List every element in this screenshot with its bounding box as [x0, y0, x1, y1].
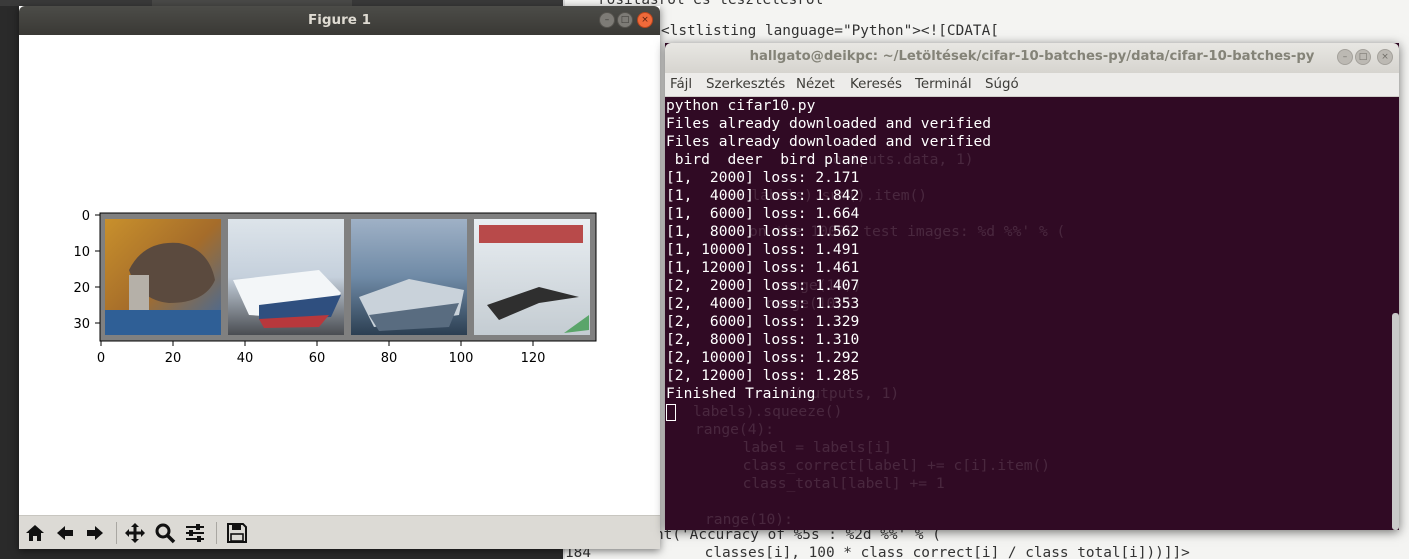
y-tick-label: 30	[73, 317, 90, 332]
terminal-line: [1, 12000] loss: 1.461	[666, 259, 860, 276]
terminal-line: Files already downloaded and verified	[666, 133, 992, 150]
pan-icon[interactable]	[121, 520, 149, 546]
x-tick-label: 120	[521, 351, 546, 366]
terminal-line: [1, 2000] loss: 2.171	[666, 169, 860, 186]
menu-help[interactable]: Súgó	[985, 77, 1019, 92]
terminal-line: Finished Training	[666, 385, 816, 402]
terminal-line: [1, 8000] loss: 1.562	[666, 223, 860, 240]
close-icon[interactable]: ×	[1377, 49, 1393, 65]
x-tick-label: 100	[449, 351, 474, 366]
x-tick-label: 0	[97, 351, 105, 366]
forward-arrow-icon[interactable]	[81, 520, 109, 546]
minimize-icon[interactable]: –	[599, 12, 615, 28]
ghost-editor-text: class_correct[label] += c[i].item()	[725, 457, 1051, 474]
terminal-line: [2, 6000] loss: 1.329	[666, 313, 860, 330]
terminal-line: [1, 4000] loss: 1.842	[666, 187, 860, 204]
terminal-menubar: Fájl Szerkesztés Nézet Keresés Terminál …	[665, 73, 1399, 97]
terminal-line: [1, 10000] loss: 1.491	[666, 241, 860, 258]
configure-subplots-icon[interactable]	[181, 520, 209, 546]
x-tick-label: 60	[309, 351, 326, 366]
back-arrow-icon[interactable]	[51, 520, 79, 546]
ghost-editor-text: range(4):	[695, 421, 775, 438]
image-cat	[105, 219, 221, 335]
terminal-line: bird deer bird plane	[666, 151, 869, 168]
menu-terminal[interactable]: Terminál	[915, 77, 972, 92]
editor-line: <lstlisting language="Python"><![CDATA[	[661, 23, 999, 39]
terminal-cursor	[666, 404, 676, 421]
ghost-editor-text: label = labels[i]	[725, 439, 892, 456]
plot-canvas[interactable]: 0 10 20 30 0 20 40 60 80 100 120	[19, 35, 660, 515]
menu-file[interactable]: Fájl	[670, 77, 692, 92]
figure-title: Figure 1	[307, 12, 372, 28]
y-tick-label: 0	[82, 209, 90, 224]
terminal-titlebar[interactable]: hallgato@deikpc: ~/Letöltések/cifar-10-b…	[665, 43, 1399, 73]
x-tick-label: 80	[381, 351, 398, 366]
plot-svg: 0 10 20 30 0 20 40 60 80 100 120	[73, 209, 597, 366]
image-ship	[228, 219, 344, 335]
terminal-line: [2, 2000] loss: 1.407	[666, 277, 860, 294]
figure-window: Figure 1 – □ × 0 10 20 30 0 20 40 60 80 …	[19, 6, 660, 549]
terminal-line: [2, 12000] loss: 1.285	[666, 367, 860, 384]
menu-view[interactable]: Nézet	[796, 77, 835, 92]
figure-toolbar	[19, 515, 660, 549]
maximize-icon[interactable]: □	[617, 12, 633, 28]
terminal-title: hallgato@deikpc: ~/Letöltések/cifar-10-b…	[749, 49, 1315, 64]
x-tick-label: 20	[165, 351, 182, 366]
menu-edit[interactable]: Szerkesztés	[706, 77, 785, 92]
image-ship	[351, 219, 467, 335]
terminal-window: hallgato@deikpc: ~/Letöltések/cifar-10-b…	[665, 43, 1399, 530]
image-plane	[474, 219, 590, 335]
terminal-line: [2, 8000] loss: 1.310	[666, 331, 860, 348]
zoom-icon[interactable]	[151, 520, 179, 546]
toolbar-separator	[116, 522, 117, 544]
y-tick-marks	[95, 214, 100, 324]
close-icon[interactable]: ×	[637, 12, 653, 28]
terminal-line: [2, 4000] loss: 1.353	[666, 295, 860, 312]
terminal-output[interactable]: range(10): class_total[label] += 1 class…	[665, 97, 1399, 530]
terminal-line: Files already downloaded and verified	[666, 115, 992, 132]
terminal-scrollbar[interactable]	[1392, 313, 1399, 530]
figure-titlebar[interactable]: Figure 1 – □ ×	[19, 6, 660, 35]
terminal-line: [1, 6000] loss: 1.664	[666, 205, 860, 222]
terminal-line: python cifar10.py	[666, 97, 816, 114]
ghost-editor-text: class_total[label] += 1	[725, 475, 945, 492]
home-icon[interactable]	[21, 520, 49, 546]
maximize-icon[interactable]: □	[1355, 49, 1371, 65]
toolbar-separator	[216, 522, 217, 544]
x-tick-marks	[100, 341, 534, 346]
y-tick-label: 10	[73, 245, 90, 260]
x-tick-label: 40	[237, 351, 254, 366]
editor-line: classes[i], 100 * class_correct[i] / cla…	[670, 545, 1190, 559]
ghost-editor-text: range(10):	[705, 511, 793, 528]
y-tick-label: 20	[73, 281, 90, 296]
menu-search[interactable]: Keresés	[850, 77, 902, 92]
ghost-editor-text: labels).squeeze()	[693, 403, 843, 420]
save-icon[interactable]	[223, 520, 251, 546]
minimize-icon[interactable]: –	[1337, 49, 1353, 65]
terminal-line: [2, 10000] loss: 1.292	[666, 349, 860, 366]
